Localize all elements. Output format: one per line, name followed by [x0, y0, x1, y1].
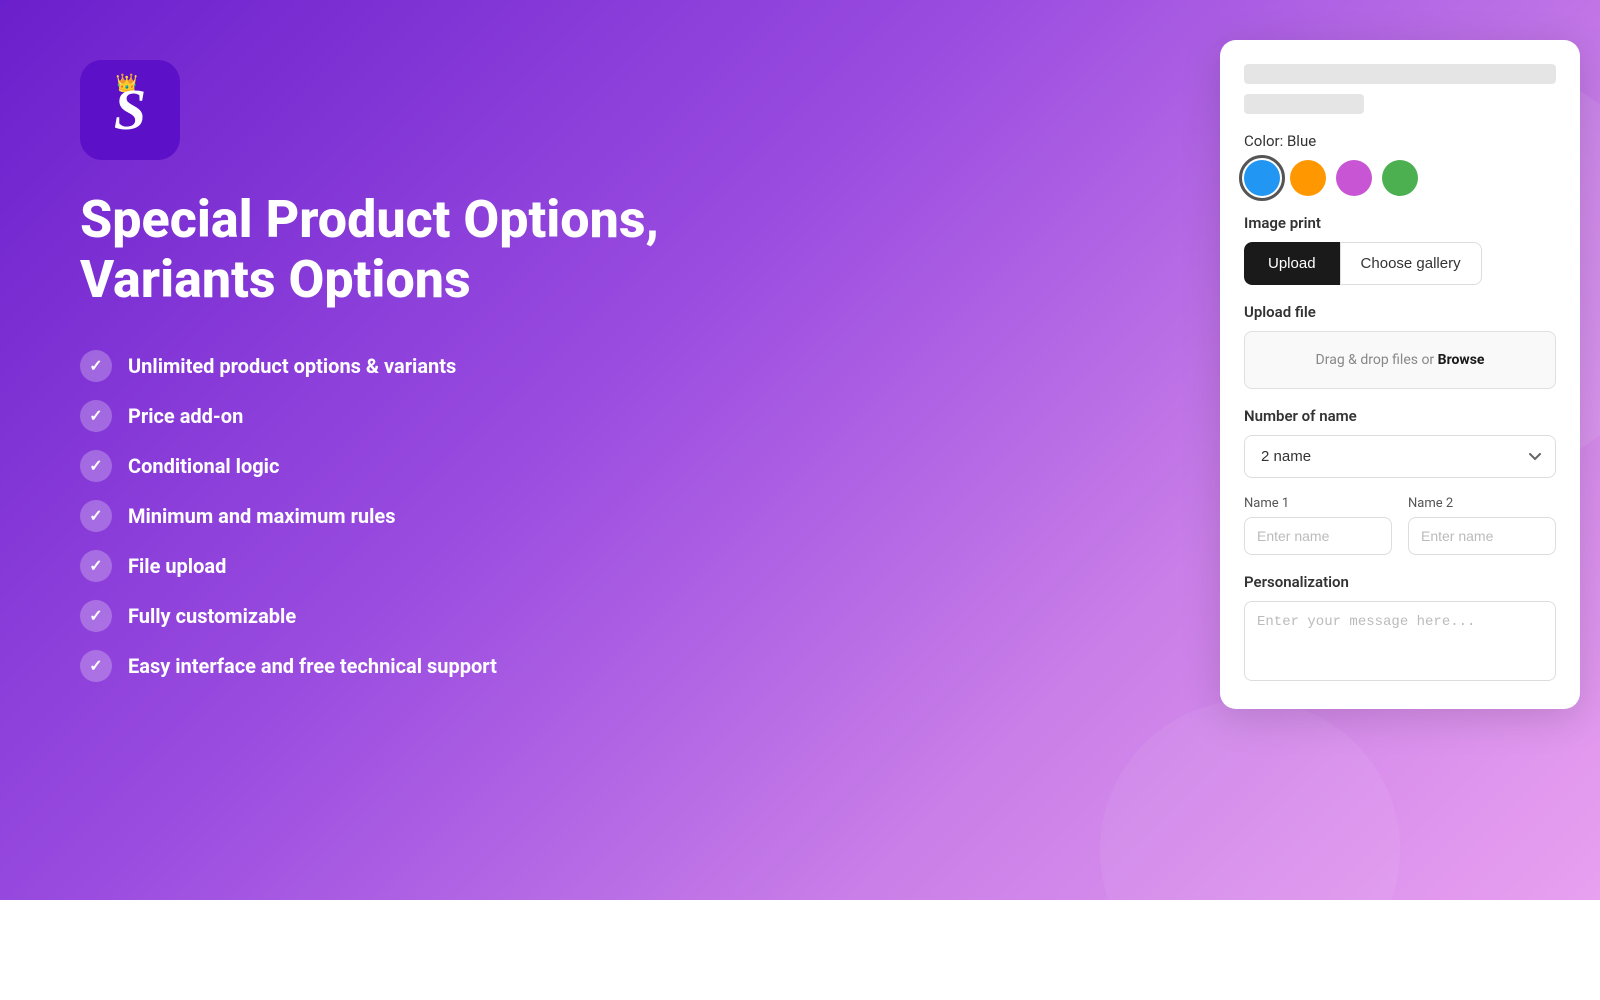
skeleton-bar-short [1244, 94, 1364, 114]
swatch-purple[interactable] [1336, 160, 1372, 196]
personalization-section: Personalization [1244, 573, 1556, 685]
swatch-green[interactable] [1382, 160, 1418, 196]
personalization-textarea[interactable] [1244, 601, 1556, 681]
image-print-label: Image print [1244, 214, 1556, 232]
upload-file-label: Upload file [1244, 303, 1556, 321]
features-list: ✓ Unlimited product options & variants ✓… [80, 350, 1160, 682]
color-section: Color: Blue [1244, 132, 1556, 196]
upload-file-section: Upload file Drag & drop files or Browse [1244, 303, 1556, 389]
drag-drop-text: Drag & drop files or [1316, 352, 1438, 368]
right-panel: Color: Blue Image print Upload Choose ga… [1220, 0, 1600, 900]
color-swatches [1244, 160, 1556, 196]
upload-button[interactable]: Upload [1244, 242, 1340, 285]
feature-text-6: Easy interface and free technical suppor… [128, 654, 497, 678]
name1-input[interactable] [1244, 517, 1392, 555]
feature-text-4: File upload [128, 554, 226, 578]
number-name-section: Number of name 1 name 2 name 3 name [1244, 407, 1556, 478]
logo-container: 👑 S [80, 60, 180, 160]
feature-text-1: Price add-on [128, 404, 243, 428]
logo-inner: 👑 S [114, 81, 146, 139]
check-icon-0: ✓ [80, 350, 112, 382]
feature-item-2: ✓ Conditional logic [80, 450, 1160, 482]
name2-label: Name 2 [1408, 496, 1556, 511]
feature-item-0: ✓ Unlimited product options & variants [80, 350, 1160, 382]
feature-text-5: Fully customizable [128, 604, 296, 628]
name2-input[interactable] [1408, 517, 1556, 555]
check-icon-4: ✓ [80, 550, 112, 582]
check-icon-5: ✓ [80, 600, 112, 632]
upload-drop-zone[interactable]: Drag & drop files or Browse [1244, 331, 1556, 389]
headline: Special Product Options, Variants Option… [80, 190, 760, 310]
feature-text-3: Minimum and maximum rules [128, 504, 395, 528]
feature-item-4: ✓ File upload [80, 550, 1160, 582]
swatch-orange[interactable] [1290, 160, 1326, 196]
name-fields: Name 1 Name 2 [1244, 496, 1556, 555]
name1-label: Name 1 [1244, 496, 1392, 511]
number-of-name-label: Number of name [1244, 407, 1556, 425]
name2-field: Name 2 [1408, 496, 1556, 555]
feature-text-2: Conditional logic [128, 454, 279, 478]
skeleton-bar-wide [1244, 64, 1556, 84]
headline-line2: Variants Options [80, 250, 760, 310]
name1-field: Name 1 [1244, 496, 1392, 555]
skeleton-section [1244, 64, 1556, 114]
feature-item-3: ✓ Minimum and maximum rules [80, 500, 1160, 532]
browse-link[interactable]: Browse [1438, 352, 1485, 368]
feature-item-1: ✓ Price add-on [80, 400, 1160, 432]
feature-text-0: Unlimited product options & variants [128, 354, 456, 378]
logo-letter: S [114, 81, 146, 139]
number-of-name-dropdown[interactable]: 1 name 2 name 3 name [1244, 435, 1556, 478]
color-label: Color: Blue [1244, 132, 1556, 150]
image-print-section: Image print Upload Choose gallery [1244, 214, 1556, 285]
left-panel: 👑 S Special Product Options, Variants Op… [0, 0, 1220, 900]
choose-gallery-button[interactable]: Choose gallery [1340, 242, 1482, 285]
feature-item-5: ✓ Fully customizable [80, 600, 1160, 632]
check-icon-1: ✓ [80, 400, 112, 432]
check-icon-3: ✓ [80, 500, 112, 532]
personalization-label: Personalization [1244, 573, 1556, 591]
check-icon-2: ✓ [80, 450, 112, 482]
headline-line1: Special Product Options, [80, 190, 760, 250]
swatch-blue[interactable] [1244, 160, 1280, 196]
check-icon-6: ✓ [80, 650, 112, 682]
feature-item-6: ✓ Easy interface and free technical supp… [80, 650, 1160, 682]
image-print-button-group: Upload Choose gallery [1244, 242, 1556, 285]
product-card: Color: Blue Image print Upload Choose ga… [1220, 40, 1580, 709]
